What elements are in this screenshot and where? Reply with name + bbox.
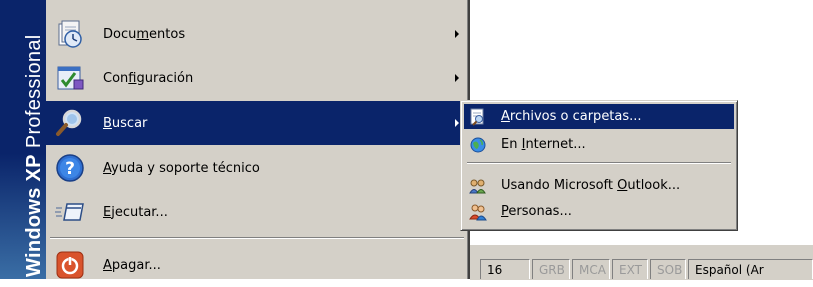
- submenu-arrow-icon: [455, 119, 459, 127]
- menu-label: Buscar: [103, 115, 148, 131]
- submenu-separator: [467, 162, 731, 164]
- search-files-icon: [469, 108, 487, 126]
- submenu-label: Personas...: [501, 204, 572, 219]
- menu-item-apagar[interactable]: Apagar...: [46, 243, 468, 287]
- search-submenu: Archivos o carpetas... En Internet... Us…: [460, 100, 738, 231]
- banner-text: Windows XP Professional: [23, 35, 46, 278]
- documents-icon: [54, 18, 86, 50]
- submenu-label: Archivos o carpetas...: [501, 109, 642, 124]
- submenu-arrow-icon: [455, 74, 459, 82]
- menu-item-documentos[interactable]: Documentos: [46, 12, 468, 56]
- menu-item-ayuda[interactable]: ? Ayuda y soporte técnico: [46, 146, 468, 190]
- menu-label: Apagar...: [103, 257, 161, 273]
- outlook-icon: [469, 177, 487, 195]
- menu-separator: [50, 237, 464, 239]
- status-language: Español (Ar: [688, 259, 813, 279]
- run-icon: [54, 196, 86, 228]
- start-menu: Windows XP Professional Documentos Config…: [0, 0, 470, 279]
- menu-item-ejecutar[interactable]: Ejecutar...: [46, 190, 468, 234]
- menu-label: Documentos: [103, 26, 186, 42]
- status-mca[interactable]: MCA: [572, 259, 610, 279]
- submenu-label: Usando Microsoft Outlook...: [501, 178, 681, 193]
- submenu-item-personas[interactable]: Personas...: [464, 199, 734, 224]
- submenu-arrow-icon: [455, 30, 459, 38]
- banner-brand: Windows XP: [23, 154, 45, 277]
- menu-item-buscar[interactable]: Buscar: [46, 101, 468, 145]
- help-icon: ?: [54, 152, 86, 184]
- banner-edition: Professional: [23, 34, 45, 149]
- shutdown-icon: [54, 249, 86, 281]
- people-icon: [469, 203, 487, 221]
- search-icon: [54, 107, 86, 139]
- settings-icon: [54, 62, 86, 94]
- submenu-item-archivos-carpetas[interactable]: Archivos o carpetas...: [464, 104, 734, 129]
- menu-label: Configuración: [103, 70, 194, 86]
- svg-text:?: ?: [65, 159, 75, 179]
- status-ext[interactable]: EXT: [612, 259, 648, 279]
- menu-label: Ejecutar...: [103, 204, 168, 220]
- status-bar: 16 GRB MCA EXT SOB Español (Ar: [470, 244, 813, 280]
- submenu-item-en-internet[interactable]: En Internet...: [464, 132, 734, 157]
- status-page: 16: [480, 259, 530, 279]
- menu-label: Ayuda y soporte técnico: [103, 160, 260, 176]
- submenu-item-outlook[interactable]: Usando Microsoft Outlook...: [464, 173, 734, 198]
- start-menu-banner: Windows XP Professional: [0, 0, 46, 279]
- status-grb[interactable]: GRB: [532, 259, 570, 279]
- status-sob[interactable]: SOB: [650, 259, 686, 279]
- internet-search-icon: [469, 136, 487, 154]
- submenu-label: En Internet...: [501, 137, 586, 152]
- menu-item-configuracion[interactable]: Configuración: [46, 56, 468, 100]
